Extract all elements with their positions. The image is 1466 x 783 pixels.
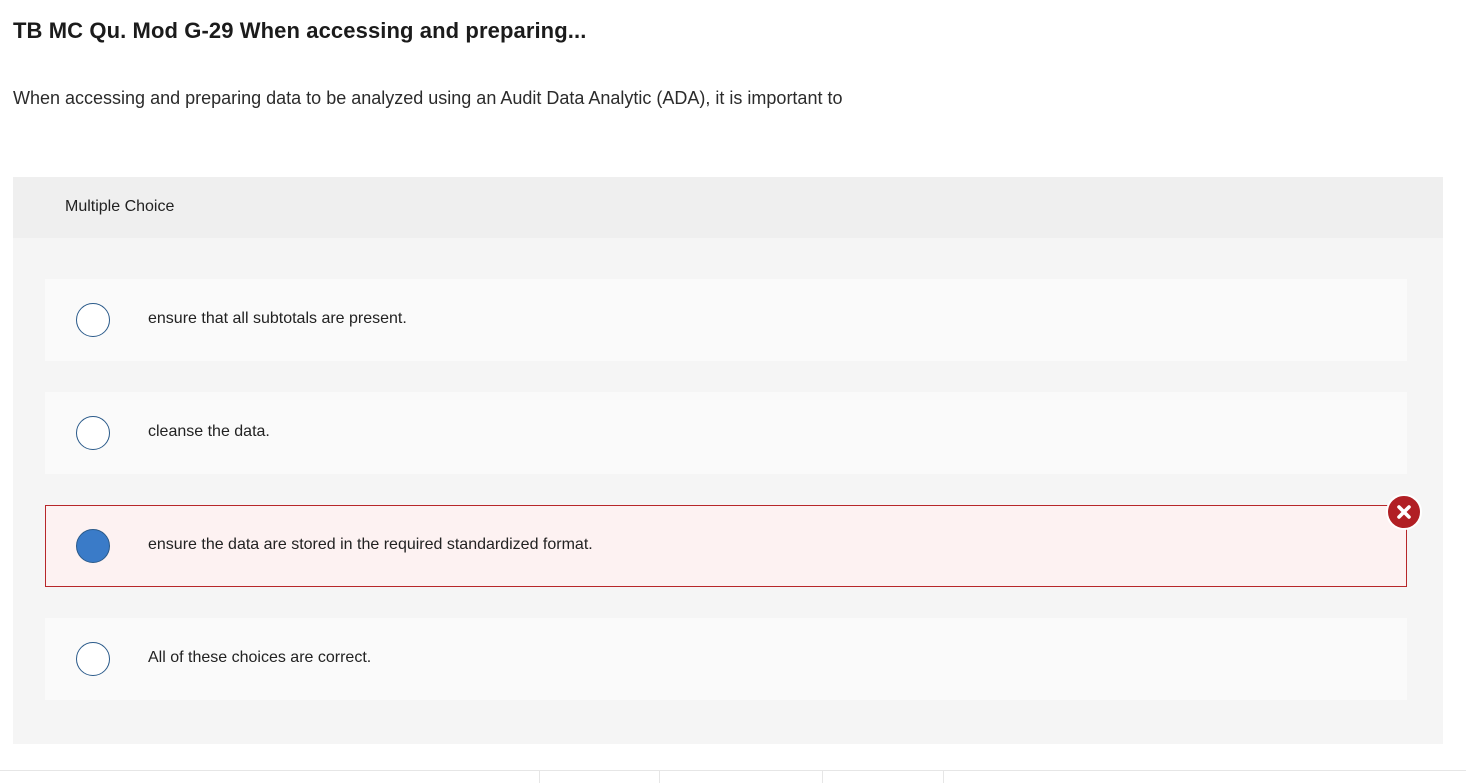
answer-option-label: ensure that all subtotals are present.	[148, 310, 407, 327]
footer-tab-divider	[539, 771, 540, 783]
radio-button[interactable]	[76, 642, 110, 676]
footer-tab-divider	[943, 771, 944, 783]
answer-option-1[interactable]: ensure that all subtotals are present.	[45, 279, 1407, 361]
multiple-choice-panel: Multiple Choice ensure that all subtotal…	[13, 177, 1443, 744]
multiple-choice-header: Multiple Choice	[13, 177, 1443, 238]
question-title: TB MC Qu. Mod G-29 When accessing and pr…	[13, 18, 587, 43]
answer-option-4[interactable]: All of these choices are correct.	[45, 618, 1407, 700]
radio-button[interactable]	[76, 416, 110, 450]
footer-divider	[0, 770, 1466, 771]
radio-button[interactable]	[76, 303, 110, 337]
radio-button-selected[interactable]	[76, 529, 110, 563]
answer-option-2[interactable]: cleanse the data.	[45, 392, 1407, 474]
question-page: TB MC Qu. Mod G-29 When accessing and pr…	[0, 0, 1466, 783]
footer-tab-divider	[659, 771, 660, 783]
multiple-choice-label: Multiple Choice	[65, 198, 175, 215]
answer-option-label: All of these choices are correct.	[148, 649, 372, 666]
answer-option-label: cleanse the data.	[148, 423, 270, 440]
close-x-icon-glyph	[1397, 505, 1411, 519]
question-prompt: When accessing and preparing data to be …	[13, 88, 843, 108]
answer-option-3[interactable]: ensure the data are stored in the requir…	[45, 505, 1407, 587]
footer-tab-divider	[822, 771, 823, 783]
close-x-icon	[1386, 494, 1422, 530]
answer-option-label: ensure the data are stored in the requir…	[148, 536, 593, 553]
